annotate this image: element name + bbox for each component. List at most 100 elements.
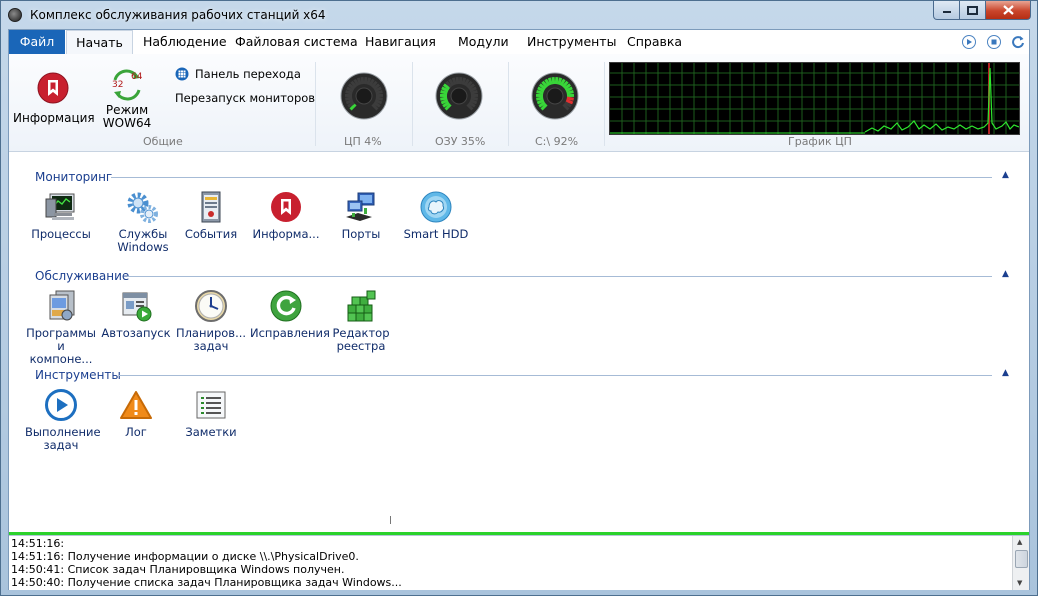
gauge-segment xyxy=(440,90,448,95)
gauge-segment xyxy=(458,76,463,85)
tile-label: Процессы xyxy=(31,227,91,241)
app-icon[interactable] xyxy=(8,8,22,22)
gauge-segment xyxy=(345,96,353,101)
registry-icon xyxy=(347,290,376,322)
tile-fixes[interactable]: Исправления xyxy=(250,289,330,340)
menu-observation[interactable]: Наблюдение xyxy=(143,30,227,54)
play-button[interactable] xyxy=(962,35,976,49)
tile-notes[interactable]: Заметки xyxy=(175,388,247,439)
minimize-icon xyxy=(942,11,951,13)
notes-icon xyxy=(196,391,226,419)
tile-ports[interactable]: Порты xyxy=(325,190,397,241)
tile-processes[interactable]: Процессы xyxy=(25,190,97,241)
refresh-button[interactable] xyxy=(1011,35,1025,49)
fix-refresh-icon xyxy=(270,290,302,322)
log-scrollbar[interactable]: ▲ ▼ xyxy=(1012,536,1029,590)
section-divider xyxy=(127,276,992,277)
tile-smart-hdd[interactable]: Smart HDD xyxy=(400,190,472,241)
info-button[interactable]: Информация xyxy=(13,72,95,125)
close-icon xyxy=(1002,5,1014,15)
tile-label: Исправления xyxy=(250,326,330,340)
tile-information[interactable]: Информа... xyxy=(250,190,322,241)
tile-label: Порты xyxy=(341,227,381,241)
tile-label: Автозапуск xyxy=(101,326,171,340)
wow64-mode-button[interactable]: 32 64 Режим WOW64 xyxy=(95,68,159,130)
menu-file[interactable]: Файл xyxy=(9,30,65,54)
section-divider xyxy=(119,375,992,376)
tile-windows-services[interactable]: Службы Windows xyxy=(107,190,179,254)
menu-navigation[interactable]: Навигация xyxy=(365,30,436,54)
tile-label: Информа... xyxy=(252,227,320,241)
gauge-segment xyxy=(547,77,553,86)
stop-icon xyxy=(991,39,997,45)
menu-help[interactable]: Справка xyxy=(627,30,682,54)
collapse-maintenance-button[interactable]: ▲ xyxy=(1002,269,1009,279)
tile-label: Программы и компоне... xyxy=(26,326,96,366)
gauge-segment xyxy=(470,90,478,95)
log-line: 14:50:40: Получение списка задач Планиро… xyxy=(11,576,402,589)
ram-gauge-label: ОЗУ 35% xyxy=(435,135,486,148)
maximize-button[interactable] xyxy=(960,1,986,20)
navigation-panel-button[interactable]: Панель перехода xyxy=(175,67,301,81)
restart-monitors-label: Перезапуск мониторов xyxy=(175,91,316,105)
gauge-segment xyxy=(360,76,365,85)
tile-task-scheduler[interactable]: Планиров... задач xyxy=(175,289,247,353)
minimize-button[interactable] xyxy=(933,1,960,20)
wow-64-label: 64 xyxy=(131,72,143,82)
tile-label: Smart HDD xyxy=(403,227,469,241)
log-line: 14:51:16: Получение информации о диске \… xyxy=(11,550,359,563)
scroll-thumb[interactable] xyxy=(1015,550,1028,568)
ribbon-separator xyxy=(412,62,413,146)
splitter-grip[interactable] xyxy=(390,516,391,524)
tile-programs[interactable]: Программы и компоне... xyxy=(25,289,97,366)
gauge-segment xyxy=(470,96,478,101)
stop-button[interactable] xyxy=(987,35,1001,49)
close-button[interactable] xyxy=(986,1,1031,20)
collapse-tools-button[interactable]: ▲ xyxy=(1002,368,1009,378)
tile-registry-editor[interactable]: Редактор реестра xyxy=(325,289,397,353)
title-bar[interactable]: Комплекс обслуживания рабочих станций x6… xyxy=(1,1,1037,29)
tile-label: Заметки xyxy=(185,425,237,439)
section-tools-title: Инструменты xyxy=(35,368,121,382)
ribbon-separator xyxy=(604,62,605,146)
play-circle-icon xyxy=(45,389,77,421)
warning-icon xyxy=(120,391,152,419)
collapse-monitoring-button[interactable]: ▲ xyxy=(1002,170,1009,180)
wow-32-label: 32 xyxy=(112,80,124,90)
menu-filesystem[interactable]: Файловая система xyxy=(235,30,358,54)
tile-task-execution[interactable]: Выполнение задач xyxy=(25,388,101,452)
gauge-segment xyxy=(566,90,574,95)
gauge-hub xyxy=(546,87,564,105)
scroll-up-icon[interactable]: ▲ xyxy=(1017,538,1022,546)
gears-icon xyxy=(127,192,158,223)
ribbon-separator xyxy=(508,62,509,146)
section-maintenance-title: Обслуживание xyxy=(35,269,130,283)
scroll-down-icon[interactable]: ▼ xyxy=(1017,579,1022,587)
monitor-icon xyxy=(45,193,75,220)
cpu-gauge xyxy=(340,72,388,120)
menu-bar: Файл Начать Наблюдение Файловая система … xyxy=(9,30,1029,55)
menu-modules[interactable]: Модули xyxy=(458,30,509,54)
menu-tools[interactable]: Инструменты xyxy=(527,30,616,54)
log-panel[interactable]: 14:51:16: 14:51:16: Получение информации… xyxy=(9,535,1029,590)
section-divider xyxy=(111,177,992,178)
restart-monitors-button[interactable]: Перезапуск мониторов xyxy=(175,91,315,105)
tile-autorun[interactable]: Автозапуск xyxy=(100,289,172,340)
tile-label: Лог xyxy=(125,425,147,439)
ribbon: Информация 32 64 Режим WOW64 Панель пере… xyxy=(9,54,1029,152)
gauge-segment xyxy=(451,77,457,86)
gauge-segment xyxy=(363,76,368,85)
gauge-segment xyxy=(551,76,556,85)
gauge-segment xyxy=(536,90,544,95)
content-panel: Мониторинг ▲ Процессы Службы Windows Соб… xyxy=(9,152,1029,532)
tile-log[interactable]: Лог xyxy=(100,388,172,439)
tile-label: Службы Windows xyxy=(117,227,169,254)
tile-events[interactable]: События xyxy=(175,190,247,241)
gauge-segment xyxy=(375,90,383,95)
gauge-segment xyxy=(566,96,574,101)
menu-start[interactable]: Начать xyxy=(66,30,133,54)
log-line: 14:51:16: xyxy=(11,537,65,550)
cpu-graph-label: График ЦП xyxy=(788,135,852,148)
app-window: Комплекс обслуживания рабочих станций x6… xyxy=(0,0,1038,596)
gauge-hub xyxy=(355,87,373,105)
